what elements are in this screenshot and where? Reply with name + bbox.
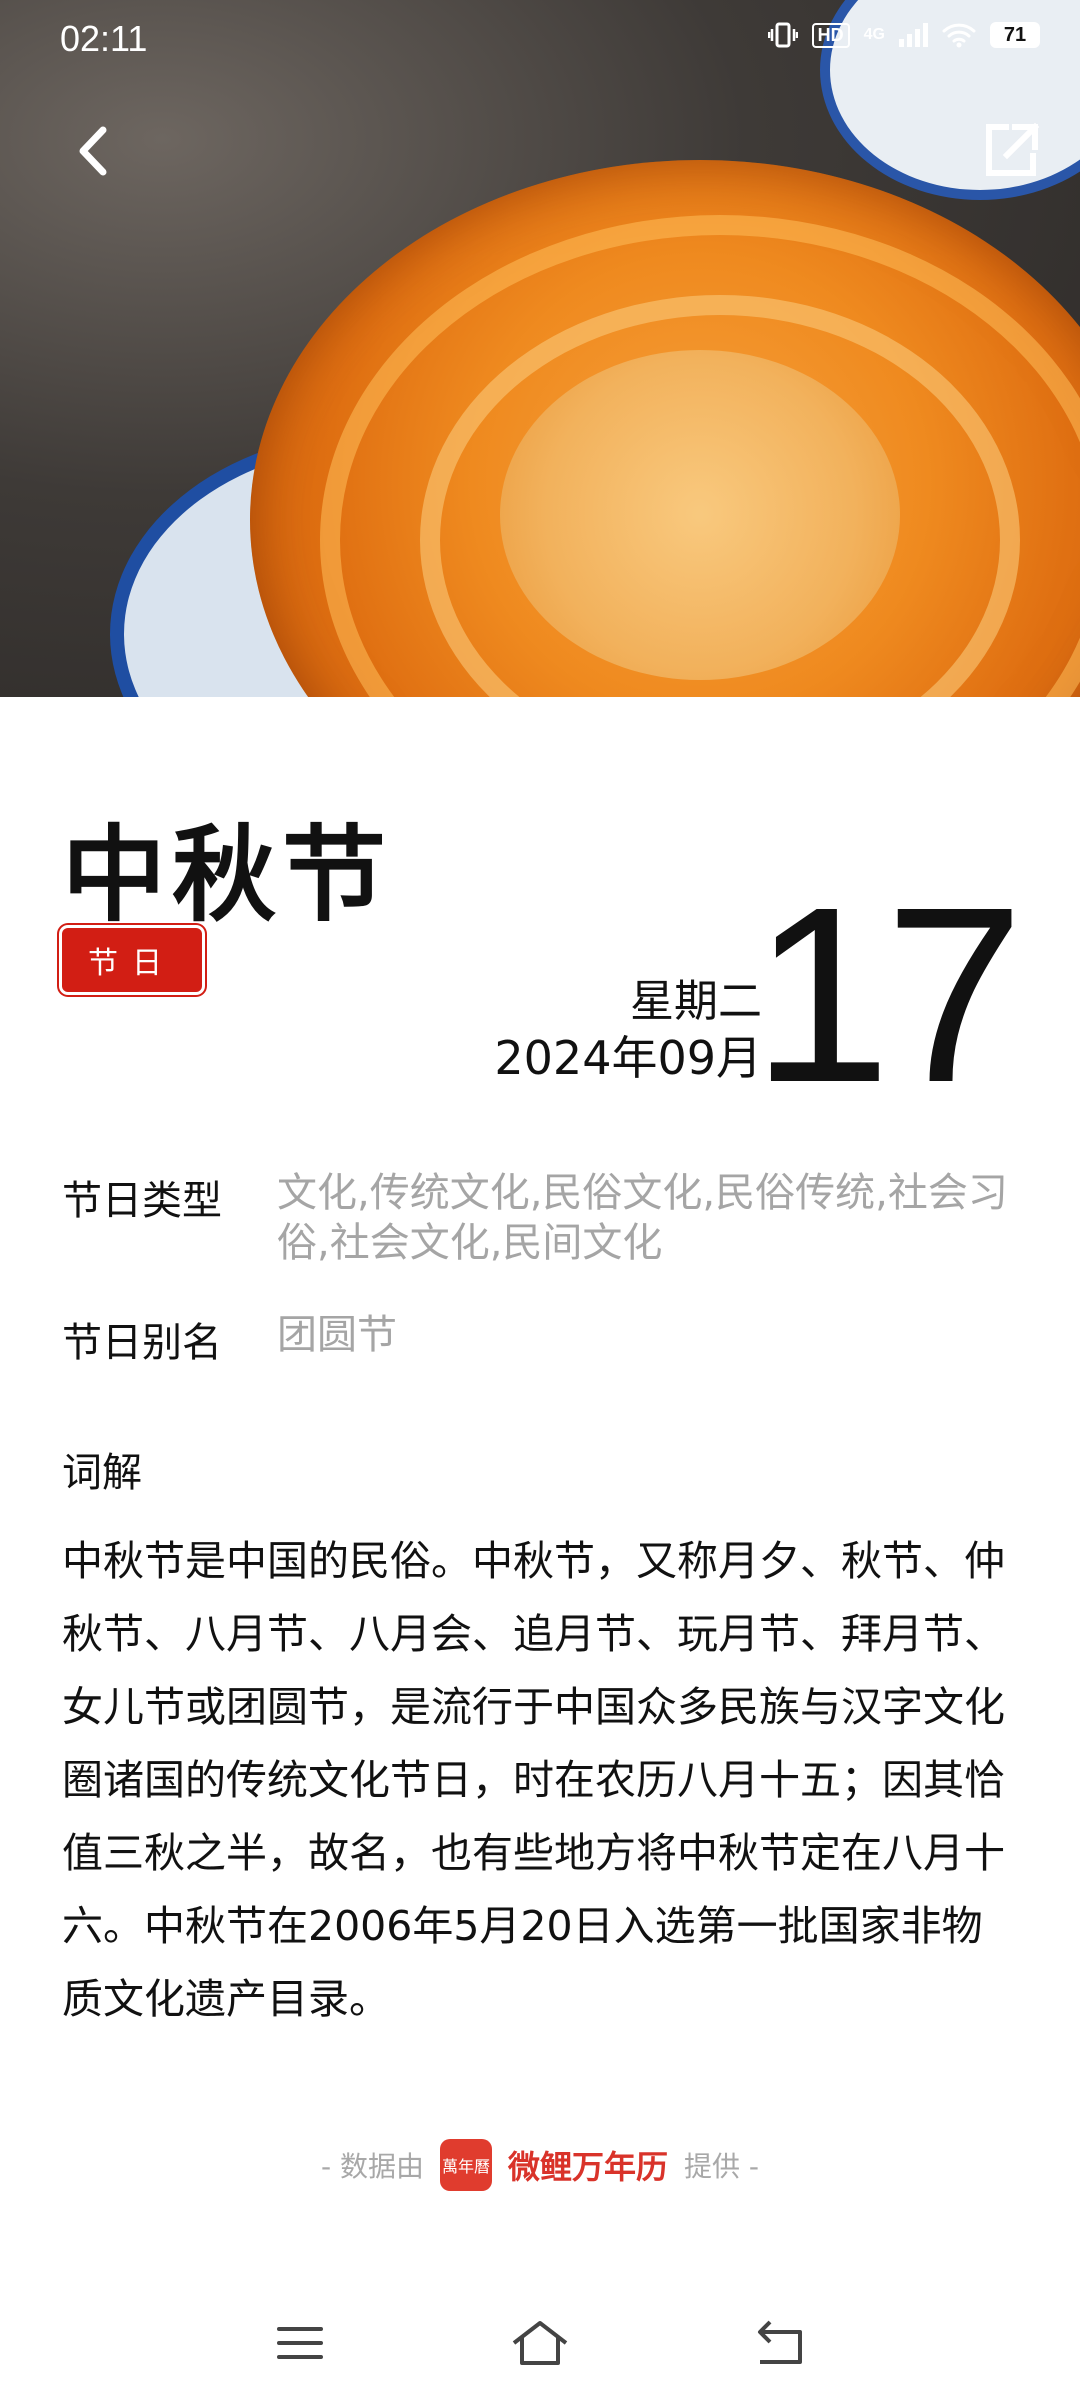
- vibrate-icon: [767, 22, 798, 48]
- festival-type-label: 节日类型: [62, 1178, 222, 1224]
- recent-apps-button[interactable]: [260, 2310, 340, 2380]
- status-bar: 02:11 HD 4G 71: [0, 0, 1080, 84]
- festival-type-value: 文化,传统文化,民俗文化,民俗传统,社会习俗,社会文化,民间文化: [277, 1170, 1008, 1266]
- system-back-button[interactable]: [740, 2310, 820, 2380]
- return-icon: [752, 2320, 808, 2370]
- year-month-text: 2024年09月: [494, 1031, 762, 1085]
- signal-icon: [899, 23, 928, 47]
- share-external-icon: [981, 121, 1041, 185]
- status-icons: HD 4G 71: [767, 22, 1040, 48]
- data-credit: - 数据由 萬年曆 微鲤万年历 提供 -: [0, 2135, 1080, 2195]
- mooncake-center: [500, 350, 900, 680]
- status-time: 02:11: [60, 18, 148, 59]
- home-button[interactable]: [500, 2310, 580, 2380]
- hd-icon: HD: [811, 22, 850, 48]
- explanation-text: 中秋节是中国的民俗。中秋节，又称月夕、秋节、仲秋节、八月节、八月会、追月节、玩月…: [62, 1537, 1005, 2023]
- home-icon: [510, 2319, 570, 2371]
- battery-icon: 71: [990, 22, 1040, 48]
- weili-logo-icon: 萬年曆: [439, 2139, 492, 2191]
- festival-alias-label: 节日别名: [62, 1320, 222, 1366]
- wifi-icon: [942, 22, 976, 48]
- credit-suffix: 提供 -: [684, 2150, 760, 2183]
- system-nav-bar: [0, 2290, 1080, 2400]
- chevron-left-icon: [73, 124, 113, 182]
- credit-brand[interactable]: 微鲤万年历: [508, 2142, 668, 2188]
- back-button[interactable]: [58, 118, 128, 188]
- hero-image: [0, 0, 1080, 697]
- day-number: 17: [751, 855, 1024, 1134]
- festival-alias-value: 团圆节: [277, 1312, 397, 1358]
- network-type-icon: 4G: [863, 26, 885, 43]
- festival-badge: 节日: [62, 928, 202, 992]
- festival-title: 中秋节: [62, 814, 393, 936]
- credit-prefix: - 数据由: [320, 2150, 424, 2183]
- weekday-text: 星期二: [630, 976, 762, 1027]
- explanation-title: 词解: [62, 1450, 142, 1496]
- menu-icon: [275, 2323, 325, 2367]
- share-button[interactable]: [976, 118, 1046, 188]
